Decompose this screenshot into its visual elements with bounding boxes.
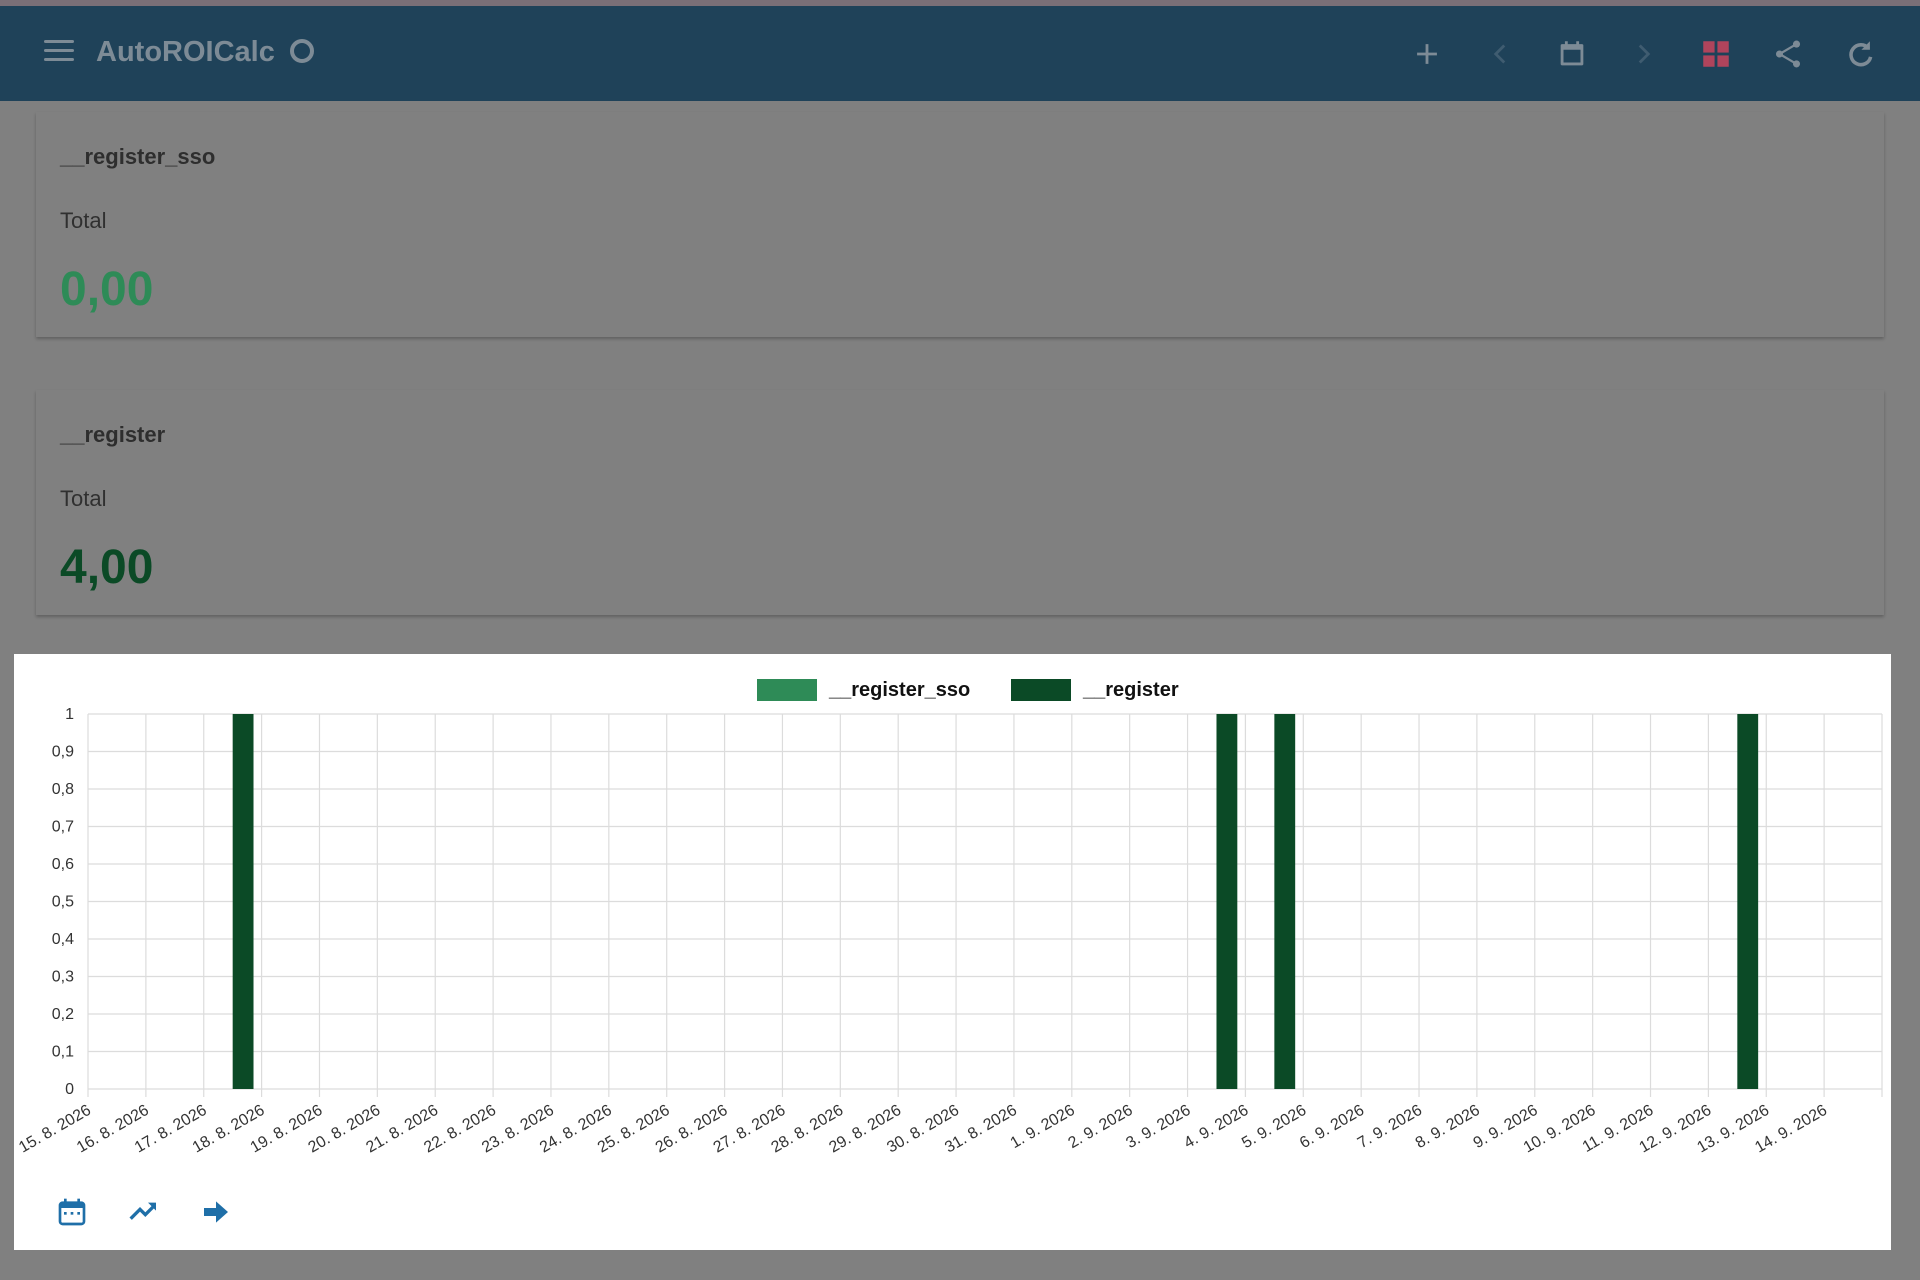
y-tick-label: 1 [65,706,74,723]
x-tick-label: 5. 9. 2026 [1239,1102,1309,1152]
legend-label: __register_sso [828,679,970,701]
y-tick-label: 0,3 [52,969,74,986]
bar-register [1216,714,1238,1089]
app-title: AutoROICalc [96,36,275,68]
trending-up-icon [129,1202,156,1220]
refresh-button[interactable] [1840,34,1880,74]
card-title: __register [60,422,166,447]
y-tick-label: 0,9 [52,744,74,761]
loading-spinner-icon [290,39,314,63]
share-button[interactable] [1768,34,1808,74]
bar-chart: 00,10,20,30,40,50,60,70,80,9115. 8. 2026… [16,679,1883,1157]
card-title: __register_sso [60,144,216,169]
app-bar: AutoROICalc [0,6,1920,101]
legend-label: __register [1082,679,1179,701]
forward-button[interactable] [198,1194,234,1230]
y-tick-label: 0,5 [52,894,74,911]
card-value: 0,00 [60,263,154,316]
calendar-button[interactable] [54,1194,90,1230]
menu-icon[interactable] [44,40,74,66]
arrow-right-icon [204,1201,228,1223]
x-tick-label: 8. 9. 2026 [1413,1102,1483,1152]
x-tick-label: 6. 9. 2026 [1297,1102,1367,1152]
x-tick-label: 7. 9. 2026 [1355,1102,1425,1152]
y-tick-label: 0,4 [52,931,74,948]
metric-card-register-sso: __register_sso Total 0,00 [36,112,1884,337]
legend-swatch [1011,679,1071,701]
x-tick-label: 4. 9. 2026 [1181,1102,1251,1152]
card-value: 4,00 [60,541,154,594]
bar-register [1274,714,1296,1089]
add-button[interactable] [1407,34,1447,74]
x-tick-label: 3. 9. 2026 [1123,1102,1193,1152]
y-tick-label: 0 [65,1081,74,1098]
x-tick-label: 1. 9. 2026 [1008,1102,1078,1152]
add-icon [1417,44,1437,64]
trend-button[interactable] [126,1194,162,1230]
refresh-icon [1849,41,1873,67]
y-tick-label: 0,8 [52,781,74,798]
legend-swatch [757,679,817,701]
y-tick-label: 0,1 [52,1044,74,1061]
bar-register [1737,714,1759,1089]
calendar-button[interactable] [1552,34,1592,74]
x-tick-label: 2. 9. 2026 [1066,1102,1136,1152]
metric-card-register: __register Total 4,00 [36,390,1884,615]
y-tick-label: 0,7 [52,819,74,836]
y-tick-label: 0,6 [52,856,74,873]
chevron-right-icon [1638,44,1651,64]
y-tick-label: 0,2 [52,1006,74,1023]
calendar-icon [58,1198,86,1226]
chevron-left-icon [1493,44,1506,64]
next-button[interactable] [1624,34,1664,74]
share-icon [1775,40,1801,68]
card-label: Total [60,486,107,511]
bar-register [232,714,254,1089]
chart-card: 0 0,1 0,2 0,3 0,4 0,5 0,6 0,7 0,8 0,9 1 15. 8. 2026… [14,654,1891,1250]
dashboard-button[interactable] [1696,34,1736,74]
previous-button[interactable] [1480,34,1520,74]
calendar-icon [1560,41,1584,66]
card-label: Total [60,208,107,233]
dashboard-icon [1703,41,1729,67]
